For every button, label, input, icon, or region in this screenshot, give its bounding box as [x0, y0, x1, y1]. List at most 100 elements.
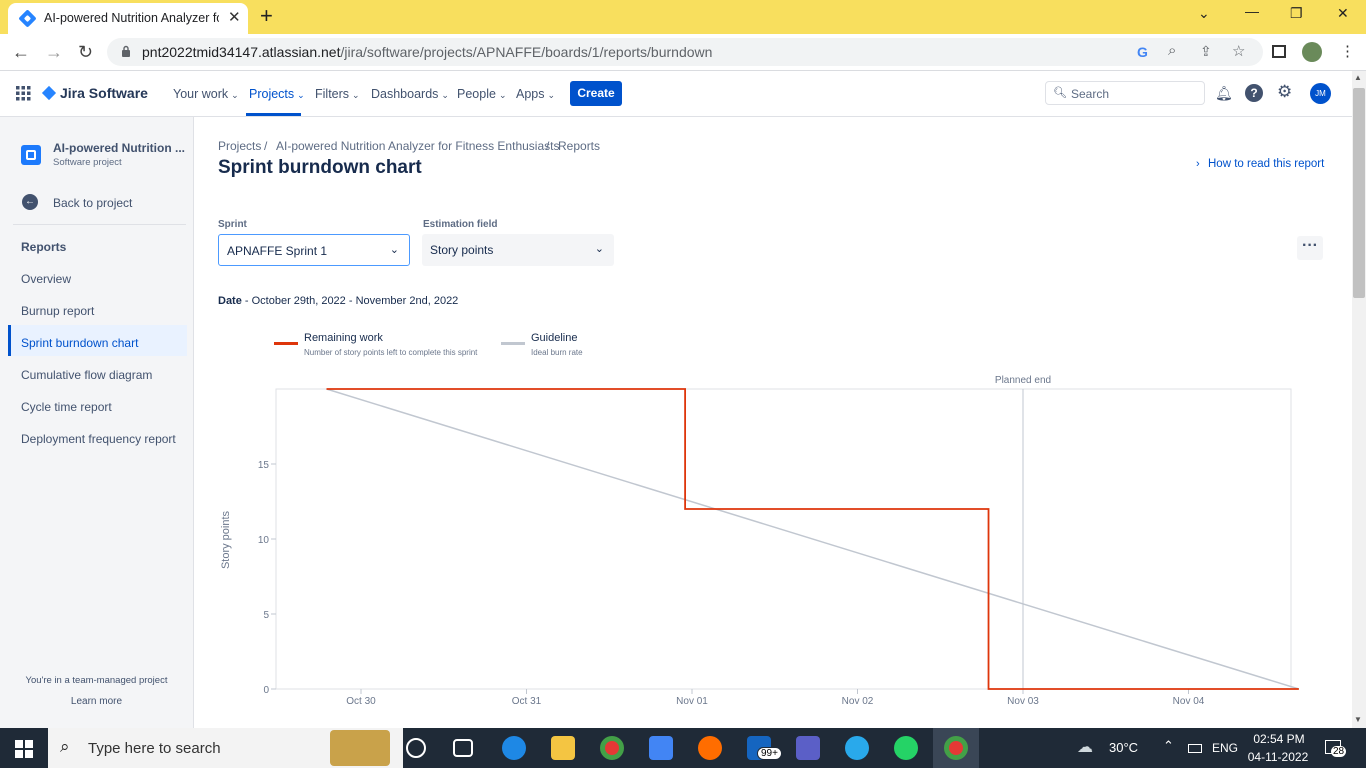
- sprint-select[interactable]: APNAFFE Sprint 1 ⌄: [218, 234, 410, 266]
- file-explorer-icon[interactable]: [551, 736, 575, 760]
- scrollbar-thumb[interactable]: [1353, 88, 1365, 298]
- chrome-menu-icon[interactable]: ⋮: [1340, 42, 1355, 60]
- y-tick-label: 15: [258, 460, 270, 471]
- battery-icon[interactable]: [1188, 744, 1202, 753]
- cortana-icon[interactable]: [406, 738, 426, 758]
- tab-close-icon[interactable]: ✕: [228, 8, 241, 26]
- legend-swatch-remaining: [274, 342, 298, 345]
- sidebar-item-overview[interactable]: Overview: [21, 272, 71, 286]
- back-arrow-icon[interactable]: ←: [22, 194, 38, 210]
- edge-icon[interactable]: [502, 736, 526, 760]
- tab-title: AI-powered Nutrition Analyzer fo: [44, 11, 219, 25]
- guideline-series: [326, 388, 1300, 690]
- nav-dashboards[interactable]: Dashboards ⌄: [371, 87, 449, 101]
- chevron-down-icon: ⌄: [441, 90, 449, 100]
- firefox-icon[interactable]: [698, 736, 722, 760]
- learn-more-link[interactable]: Learn more: [0, 696, 193, 707]
- store-icon[interactable]: [649, 736, 673, 760]
- x-tick-label: Nov 04: [1173, 696, 1205, 707]
- page-title: Sprint burndown chart: [218, 157, 422, 178]
- create-button[interactable]: Create: [570, 81, 622, 106]
- jira-favicon-icon: [18, 9, 37, 28]
- user-avatar[interactable]: JM: [1310, 83, 1331, 104]
- sidebar-section-reports: Reports: [21, 240, 67, 254]
- google-icon[interactable]: G: [1137, 44, 1148, 60]
- task-view-icon[interactable]: [453, 739, 473, 757]
- nav-label: Filters: [315, 87, 350, 101]
- reload-icon[interactable]: ↻: [78, 40, 93, 64]
- nav-label: People: [457, 87, 496, 101]
- windows-start-icon[interactable]: [15, 740, 33, 758]
- share-icon[interactable]: ⇪: [1200, 43, 1212, 60]
- sidebar-item-burnup[interactable]: Burnup report: [21, 304, 94, 318]
- address-bar[interactable]: pnt2022tmid34147.atlassian.net/jira/soft…: [107, 38, 1263, 66]
- nav-label: Projects: [249, 87, 295, 101]
- clock-date[interactable]: 04-11-2022: [1246, 750, 1310, 764]
- x-tick-label: Oct 31: [512, 696, 542, 707]
- new-tab-icon[interactable]: +: [260, 4, 273, 28]
- search-placeholder: Search: [1071, 87, 1110, 101]
- tray-chevron-up-icon[interactable]: ⌃: [1163, 738, 1174, 754]
- telegram-icon[interactable]: [845, 736, 869, 760]
- weather-temp[interactable]: 30°C: [1109, 740, 1138, 755]
- chevron-down-icon: ⌄: [547, 90, 556, 100]
- nav-projects[interactable]: Projects ⌄: [249, 87, 305, 101]
- sidebar-item-sprint-burndown[interactable]: Sprint burndown chart: [21, 336, 138, 350]
- legend-guideline-name: Guideline: [531, 332, 578, 344]
- sidebar-item-deployment-frequency[interactable]: Deployment frequency report: [21, 432, 176, 446]
- chart-plot-frame: [275, 388, 1292, 690]
- taskbar-search-box[interactable]: ⌕ Type here to search: [48, 728, 403, 768]
- taskbar-search-placeholder: Type here to search: [88, 740, 221, 757]
- sidebar-divider: [13, 224, 186, 225]
- chevron-down-icon: ⌄: [594, 243, 604, 255]
- clock-time[interactable]: 02:54 PM: [1250, 732, 1308, 746]
- chevron-down-icon: ⌄: [389, 244, 399, 256]
- y-tick-label: 10: [258, 535, 270, 546]
- sidepanel-icon[interactable]: [1272, 45, 1286, 58]
- teams-icon[interactable]: [796, 736, 820, 760]
- nav-filters[interactable]: Filters ⌄: [315, 87, 360, 101]
- chevron-down-icon: ⌄: [352, 90, 360, 100]
- sprint-select-value: APNAFFE Sprint 1: [227, 244, 328, 258]
- legend-remaining-desc: Number of story points left to complete …: [304, 348, 478, 357]
- breadcrumb-projects[interactable]: Projects: [218, 139, 261, 153]
- notifications-icon[interactable]: 🔔︎: [1215, 85, 1233, 102]
- how-to-read-link[interactable]: How to read this report: [1208, 158, 1324, 170]
- back-arrow-icon[interactable]: ←: [12, 40, 30, 64]
- chrome-active-icon[interactable]: [944, 736, 968, 760]
- nav-people[interactable]: People ⌄: [457, 87, 506, 101]
- nav-your-work[interactable]: Your work ⌄: [173, 87, 239, 101]
- minimize-icon[interactable]: —: [1245, 3, 1259, 19]
- scroll-down-icon[interactable]: ▼: [1354, 715, 1362, 724]
- language-indicator[interactable]: ENG: [1212, 741, 1238, 755]
- chevron-right-icon: ›: [1196, 158, 1200, 170]
- breadcrumb-reports[interactable]: Reports: [558, 139, 600, 153]
- restore-icon[interactable]: ❐: [1290, 5, 1303, 22]
- sidebar-item-cumulative-flow[interactable]: Cumulative flow diagram: [21, 368, 152, 382]
- estimation-select[interactable]: Story points ⌄: [422, 234, 614, 266]
- tab-search-icon[interactable]: ⌄: [1198, 5, 1210, 22]
- sidebar-project-name[interactable]: AI-powered Nutrition ...: [53, 141, 185, 155]
- search-input[interactable]: 🔍︎ Search: [1045, 81, 1205, 105]
- app-switcher-icon[interactable]: [16, 86, 31, 101]
- back-to-project-link[interactable]: Back to project: [53, 196, 132, 210]
- window-close-icon[interactable]: ✕: [1337, 5, 1349, 22]
- sidebar-item-cycle-time[interactable]: Cycle time report: [21, 400, 112, 414]
- settings-gear-icon[interactable]: ⚙: [1277, 82, 1292, 102]
- help-icon[interactable]: ?: [1245, 84, 1263, 102]
- nav-apps[interactable]: Apps ⌄: [516, 87, 555, 101]
- product-name[interactable]: Jira Software: [60, 85, 148, 101]
- chrome-icon[interactable]: [600, 736, 624, 760]
- lock-icon: [122, 45, 130, 57]
- zoom-icon[interactable]: ⌕: [1168, 42, 1176, 59]
- scroll-up-icon[interactable]: ▲: [1354, 73, 1362, 82]
- weather-cloud-icon[interactable]: ☁: [1077, 737, 1093, 757]
- breadcrumb-project[interactable]: AI-powered Nutrition Analyzer for Fitnes…: [276, 139, 559, 153]
- profile-avatar[interactable]: [1302, 42, 1322, 62]
- bookmark-star-icon[interactable]: ☆: [1232, 42, 1245, 60]
- whatsapp-icon[interactable]: [894, 736, 918, 760]
- more-options-icon[interactable]: ···: [1297, 236, 1323, 260]
- browser-tab[interactable]: AI-powered Nutrition Analyzer fo ✕: [8, 3, 248, 34]
- search-icon: 🔍︎: [1053, 87, 1067, 99]
- forward-arrow-icon[interactable]: →: [45, 40, 63, 64]
